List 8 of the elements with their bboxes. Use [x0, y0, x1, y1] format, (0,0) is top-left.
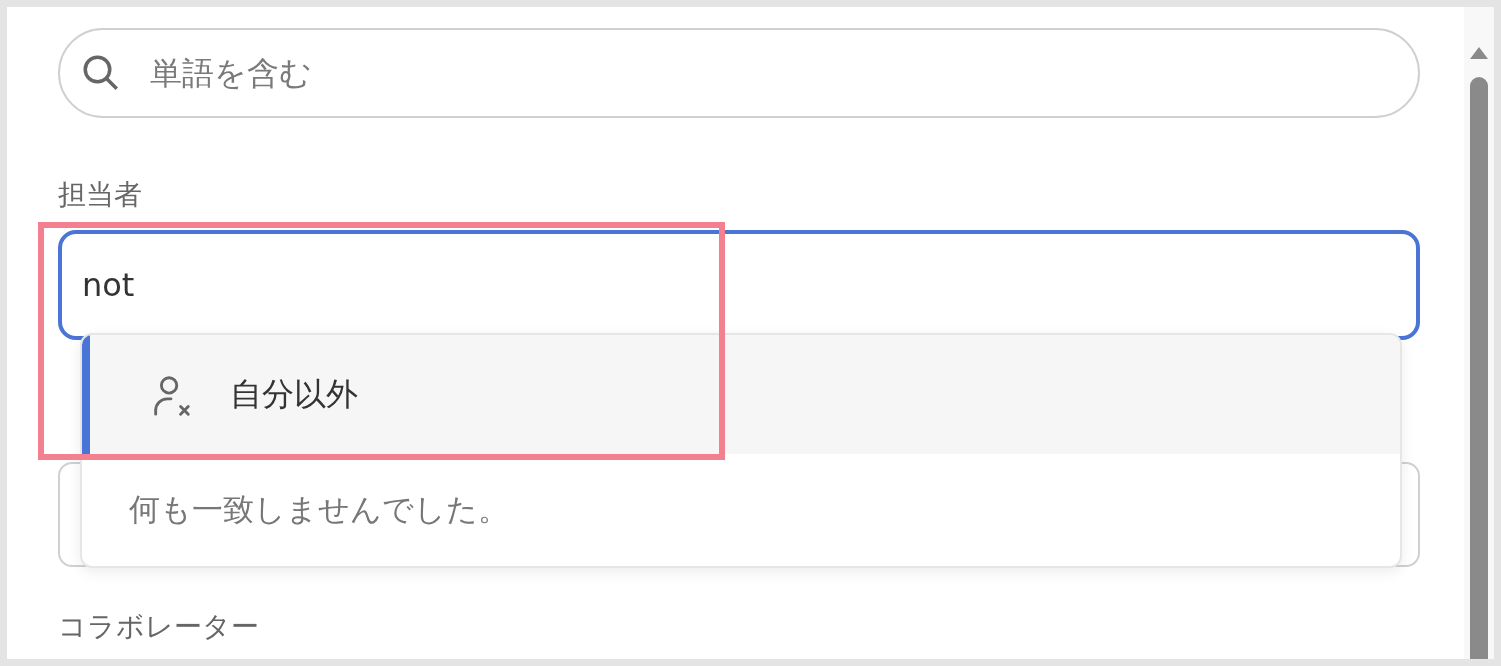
scroll-up-icon[interactable]	[1470, 47, 1488, 59]
search-field[interactable]: 単語を含む	[58, 28, 1420, 118]
field-label: コラボレーター	[58, 613, 259, 641]
dropdown-option[interactable]: 自分以外	[82, 335, 1400, 454]
field-label: 担当者	[58, 177, 142, 213]
assignee-field[interactable]: not	[58, 230, 1420, 340]
scrollbar-thumb[interactable]	[1470, 77, 1488, 659]
empty-message: 何も一致しませんでした。	[129, 490, 509, 529]
